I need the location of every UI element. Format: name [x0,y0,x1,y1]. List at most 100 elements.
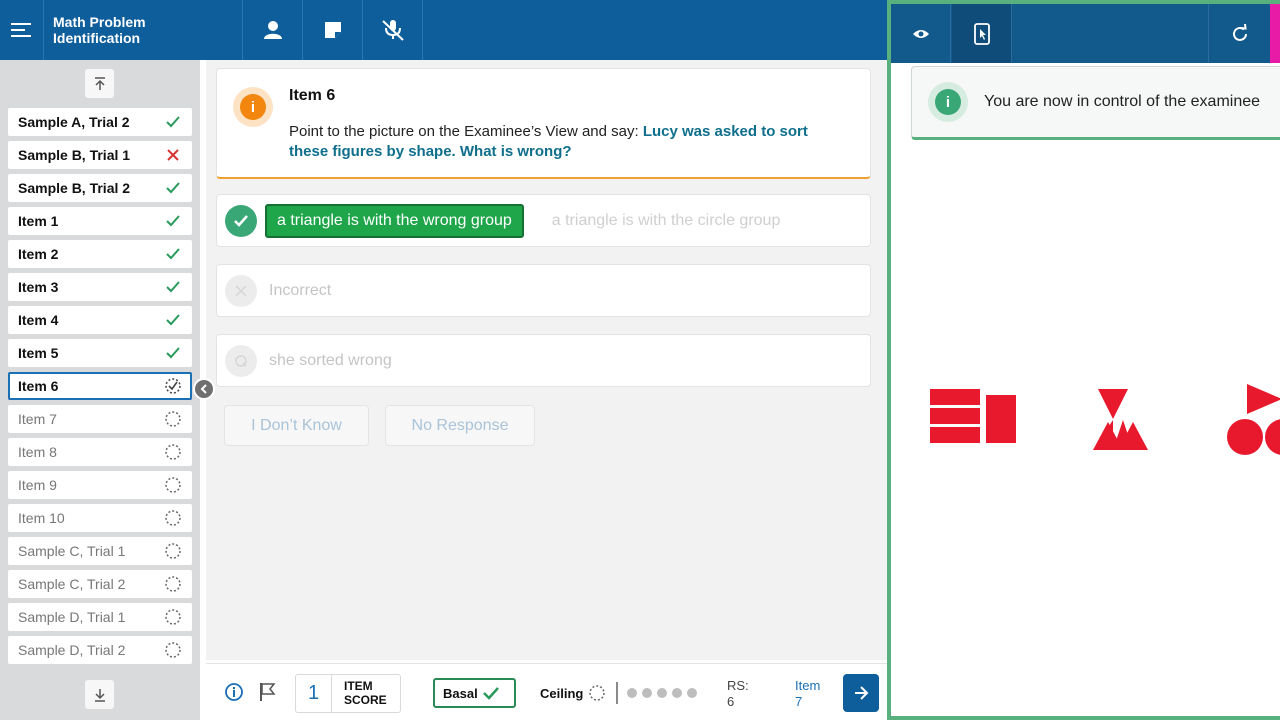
ceiling-progress-dots [627,688,697,698]
sidebar-item-label: Sample D, Trial 2 [18,642,126,658]
notice-text: You are now in control of the examinee [984,93,1261,110]
query-label: she sorted wrong [269,351,392,369]
item-score-label: ITEM SCORE [332,675,387,712]
scroll-to-bottom-button[interactable] [85,680,114,709]
query-indicator [225,344,257,377]
next-item-number: 7 [795,694,803,709]
raw-score-value: 6 [727,694,735,709]
menu-button[interactable] [0,0,44,60]
examinee-control-button[interactable] [952,4,1012,63]
x-icon [164,146,182,164]
sidebar-item[interactable]: Sample C, Trial 1 [8,537,192,565]
main-panel: i Item 6 Point to the picture on the Exa… [206,60,887,660]
app-title: Math Problem Identification [44,0,243,60]
flag-icon [260,683,276,701]
sidebar-item[interactable]: Item 9 [8,471,192,499]
shape-sorting-stimulus [930,384,1280,455]
info-badge: i [233,87,273,127]
sidebar-item[interactable]: Item 8 [8,438,192,466]
info-button[interactable] [224,682,244,702]
selected-correct-response[interactable]: a triangle is with the wrong group [265,203,524,238]
arrow-down-to-line-icon [94,688,105,702]
alternate-correct-response[interactable]: a triangle is with the circle group [552,212,781,230]
sidebar-item-label: Item 5 [18,345,59,361]
sidebar-item[interactable]: Item 10 [8,504,192,532]
check-icon [164,212,182,230]
sidebar-item[interactable]: Item 6 [8,372,192,400]
basal-label: Basal [443,685,478,701]
check-icon [164,245,182,263]
flag-button[interactable] [259,682,277,702]
next-item-button[interactable] [843,674,879,712]
control-notice: i You are now in control of the examinee [911,66,1280,140]
dont-know-button[interactable]: I Don’t Know [224,405,369,446]
pending-icon [164,476,182,494]
pending-icon [164,542,182,560]
top-bar: Math Problem Identification [0,0,887,60]
sidebar-item[interactable]: Item 7 [8,405,192,433]
sidebar-item-label: Item 4 [18,312,59,328]
info-icon: i [240,94,266,120]
sidebar-item[interactable]: Sample B, Trial 1 [8,141,192,169]
sidebar-item-label: Sample B, Trial 1 [18,147,131,163]
connection-indicator [1270,4,1280,63]
sidebar-item[interactable]: Item 5 [8,339,192,367]
chevron-left-icon [200,384,207,394]
pending-icon [164,410,182,428]
pending-icon [164,641,182,659]
ceiling-label: Ceiling [540,685,584,701]
sidebar-item-label: Sample B, Trial 2 [18,180,131,196]
raw-score-label: RS: [727,678,749,693]
preview-button[interactable] [891,4,951,63]
tablet-pointer-icon [973,22,990,45]
sidebar-item[interactable]: Sample C, Trial 2 [8,570,192,598]
person-icon [263,21,282,39]
info-circle-icon [225,683,243,701]
item-list: Sample A, Trial 2 Sample B, Trial 1 Sample… [8,108,192,673]
sidebar-item[interactable]: Item 2 [8,240,192,268]
bottom-bar: 1 ITEM SCORE Basal Ceiling RS: 6 Item 7 [206,663,887,720]
sidebar-item-label: Item 6 [18,378,59,394]
sidebar-item-label: Item 10 [18,510,65,526]
no-response-button[interactable]: No Response [385,405,535,446]
query-icon [235,354,247,367]
pending-icon [164,443,182,461]
item-score-label-line2: SCORE [344,693,387,707]
sidebar-item-label: Sample C, Trial 1 [18,543,126,559]
arrow-right-icon [855,686,869,700]
scroll-to-top-button[interactable] [85,69,114,98]
raw-score: RS: 6 [727,678,749,710]
check-icon [164,311,182,329]
incorrect-response-row[interactable]: Incorrect [216,264,871,317]
sidebar-item-label: Sample A, Trial 2 [18,114,130,130]
query-response-row[interactable]: she sorted wrong [216,334,871,387]
prompt-instruction: Point to the picture on the Examinee’s V… [289,122,849,162]
item-sidebar: Sample A, Trial 2 Sample B, Trial 1 Sample… [0,60,200,720]
mic-button[interactable] [363,0,423,60]
note-icon [324,22,341,38]
refresh-icon [1232,23,1247,41]
mic-off-icon [381,20,404,41]
sidebar-item[interactable]: Item 4 [8,306,192,334]
pending-icon [164,509,182,527]
check-icon [164,278,182,296]
sidebar-item-label: Item 1 [18,213,59,229]
notice-info-icon: i [935,89,961,115]
notes-button[interactable] [303,0,363,60]
x-icon [235,284,247,297]
correct-response-row: a triangle is with the wrong group a tri… [216,194,871,247]
sidebar-item[interactable]: Item 1 [8,207,192,235]
examinee-view-panel: i You are now in control of the examinee [887,0,1280,720]
sidebar-item[interactable]: Item 3 [8,273,192,301]
sidebar-item-label: Sample C, Trial 2 [18,576,126,592]
sidebar-item[interactable]: Sample A, Trial 2 [8,108,192,136]
circle-group [1227,384,1280,455]
refresh-button[interactable] [1208,4,1270,63]
sidebar-item[interactable]: Sample B, Trial 2 [8,174,192,202]
examinee-info-button[interactable] [243,0,303,60]
sidebar-item[interactable]: Sample D, Trial 2 [8,636,192,664]
sidebar-item[interactable]: Sample D, Trial 1 [8,603,192,631]
collapse-sidebar-button[interactable] [193,378,215,400]
check-icon [164,344,182,362]
examinee-toolbar [891,4,1280,63]
